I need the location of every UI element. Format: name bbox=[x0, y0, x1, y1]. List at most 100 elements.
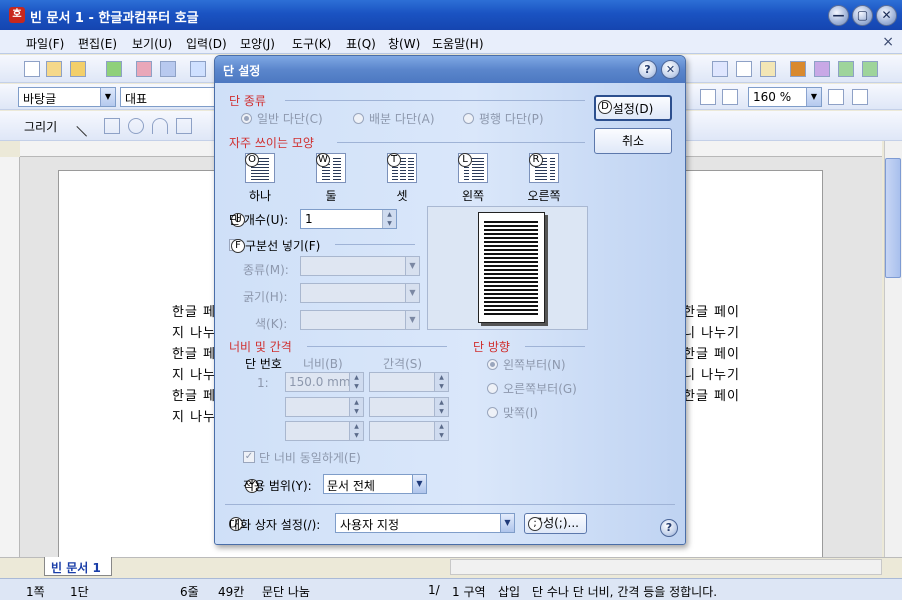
preset-left-label: 왼쪽 bbox=[461, 189, 485, 203]
col3-width-input[interactable]: ▲ ▼ bbox=[285, 421, 364, 441]
maximize-button[interactable]: ▢ bbox=[852, 5, 873, 26]
dialog-help-icon[interactable]: ? bbox=[660, 519, 678, 537]
spinner-icon[interactable]: ▲ ▼ bbox=[349, 373, 363, 391]
new-document-icon[interactable] bbox=[24, 61, 40, 77]
apply-scope-select[interactable]: 문서 전체 ▼ bbox=[323, 474, 427, 494]
menu-help[interactable]: 도움말(H) bbox=[432, 35, 484, 52]
macro2-icon[interactable] bbox=[862, 61, 878, 77]
compose-button[interactable]: ; 구성(;)... bbox=[524, 513, 587, 534]
help-button[interactable]: ? bbox=[638, 60, 657, 79]
menu-file[interactable]: 파일(F) bbox=[26, 35, 64, 52]
arc-icon[interactable] bbox=[152, 118, 168, 134]
preview-text-lines bbox=[484, 221, 538, 317]
preset-one-button[interactable]: O bbox=[245, 153, 275, 183]
line-icon[interactable] bbox=[76, 115, 98, 137]
spinner-icon[interactable]: ▲ ▼ bbox=[434, 398, 448, 416]
col2-width-input[interactable]: ▲ ▼ bbox=[285, 397, 364, 417]
document-tab[interactable]: 빈 문서 1 bbox=[44, 557, 112, 576]
doc-line: 지 나누 bbox=[172, 410, 217, 425]
menu-view[interactable]: 보기(U) bbox=[132, 35, 172, 52]
macro1-icon[interactable] bbox=[838, 61, 854, 77]
chevron-down-icon[interactable]: ▼ bbox=[405, 284, 419, 302]
radio-right-first[interactable] bbox=[487, 383, 498, 394]
draw-menu-label[interactable]: 그리기 bbox=[24, 118, 57, 135]
doc-line: 한글 페 bbox=[172, 305, 217, 320]
spinner-icon[interactable]: ▲ ▼ bbox=[349, 422, 363, 440]
minimize-button[interactable]: — bbox=[828, 5, 849, 26]
radio-normal[interactable] bbox=[241, 113, 252, 124]
radio-facing[interactable] bbox=[487, 407, 498, 418]
spinner-icon[interactable]: ▲ ▼ bbox=[349, 398, 363, 416]
align-right-icon[interactable] bbox=[722, 89, 738, 105]
app-logo-icon: 호 bbox=[9, 7, 25, 23]
dialog-close-button[interactable]: ✕ bbox=[661, 60, 680, 79]
chevron-down-icon[interactable]: ▼ bbox=[806, 88, 821, 106]
rectangle-icon[interactable] bbox=[104, 118, 120, 134]
status-mode[interactable]: 삽입 bbox=[498, 583, 520, 600]
col2-gap-input[interactable]: ▲ ▼ bbox=[369, 397, 449, 417]
memo-icon[interactable] bbox=[760, 61, 776, 77]
line-color-select[interactable]: ▼ bbox=[300, 310, 420, 330]
preset-right-button[interactable]: R bbox=[529, 153, 559, 183]
open-folder-icon[interactable] bbox=[70, 61, 86, 77]
decrease-indent-icon[interactable] bbox=[852, 89, 868, 105]
cancel-button[interactable]: 취소 bbox=[594, 128, 672, 154]
dialog-settings-select[interactable]: 사용자 지정 ▼ bbox=[335, 513, 515, 533]
col1-width-value: 150.0 mm bbox=[289, 375, 351, 389]
dialog-title-bar[interactable]: 단 설정 ? ✕ bbox=[215, 56, 685, 83]
line-thickness-select[interactable]: ▼ bbox=[300, 283, 420, 303]
undo-icon[interactable] bbox=[190, 61, 206, 77]
presentation-icon[interactable] bbox=[814, 61, 830, 77]
style-icon[interactable] bbox=[712, 61, 728, 77]
vertical-ruler[interactable] bbox=[0, 157, 20, 557]
spinner-icon[interactable]: ▲ ▼ bbox=[434, 373, 448, 391]
book-icon[interactable] bbox=[790, 61, 806, 77]
menu-insert[interactable]: 입력(D) bbox=[186, 35, 227, 52]
align-center-icon[interactable] bbox=[700, 89, 716, 105]
chevron-down-icon[interactable]: ▼ bbox=[405, 311, 419, 329]
menu-window[interactable]: 창(W) bbox=[388, 35, 420, 52]
chevron-down-icon[interactable]: ▼ bbox=[405, 257, 419, 275]
radio-left-first[interactable] bbox=[487, 359, 498, 370]
preset-two-button[interactable]: W bbox=[316, 153, 346, 183]
close-button[interactable]: ✕ bbox=[876, 5, 897, 26]
menu-tools[interactable]: 도구(K) bbox=[292, 35, 331, 52]
col1-gap-input[interactable]: ▲ ▼ bbox=[369, 372, 449, 392]
menu-format[interactable]: 모양(J) bbox=[240, 35, 275, 52]
preset-three-button[interactable]: T bbox=[387, 153, 417, 183]
radio-parallel[interactable] bbox=[463, 113, 474, 124]
same-width-checkbox[interactable]: ✓ bbox=[243, 451, 255, 463]
copy-format-icon[interactable] bbox=[736, 61, 752, 77]
column-count-input[interactable]: 1 ▲ ▼ bbox=[300, 209, 397, 229]
preset-left-button[interactable]: L bbox=[458, 153, 488, 183]
chevron-down-icon[interactable]: ▼ bbox=[100, 88, 115, 106]
template-icon[interactable] bbox=[46, 61, 62, 77]
font-combo[interactable]: 대표 bbox=[120, 87, 216, 107]
chevron-down-icon[interactable]: ▼ bbox=[500, 514, 514, 532]
zoom-combo[interactable]: 160 % ▼ bbox=[748, 87, 822, 107]
spinner-icon[interactable]: ▲ ▼ bbox=[434, 422, 448, 440]
preview-icon[interactable] bbox=[160, 61, 176, 77]
polygon-icon[interactable] bbox=[176, 118, 192, 134]
menu-edit[interactable]: 편집(E) bbox=[78, 35, 117, 52]
spinner-icon[interactable]: ▲ ▼ bbox=[382, 210, 396, 228]
ellipse-icon[interactable] bbox=[128, 118, 144, 134]
increase-indent-icon[interactable] bbox=[828, 89, 844, 105]
horizontal-scrollbar[interactable] bbox=[450, 559, 882, 575]
style-combo[interactable]: 바탕글 ▼ bbox=[18, 87, 116, 107]
col1-width-input[interactable]: 150.0 mm ▲ ▼ bbox=[285, 372, 364, 392]
vertical-scroll-thumb[interactable] bbox=[885, 158, 901, 278]
status-column: 1단 bbox=[70, 585, 89, 599]
document-close-icon[interactable]: × bbox=[882, 34, 894, 50]
set-button[interactable]: D 설정(D) bbox=[594, 95, 672, 121]
dialog-title: 단 설정 bbox=[223, 64, 261, 78]
radio-distributed[interactable] bbox=[353, 113, 364, 124]
chevron-down-icon[interactable]: ▼ bbox=[412, 475, 426, 493]
print-icon[interactable] bbox=[136, 61, 152, 77]
save-icon[interactable] bbox=[106, 61, 122, 77]
title-bar[interactable]: 호 빈 문서 1 - 한글과컴퓨터 호글 — ▢ ✕ bbox=[0, 0, 902, 30]
col3-gap-input[interactable]: ▲ ▼ bbox=[369, 421, 449, 441]
line-kind-label: 종류(M): bbox=[243, 263, 289, 277]
menu-table[interactable]: 표(Q) bbox=[346, 35, 376, 52]
line-kind-select[interactable]: ▼ bbox=[300, 256, 420, 276]
